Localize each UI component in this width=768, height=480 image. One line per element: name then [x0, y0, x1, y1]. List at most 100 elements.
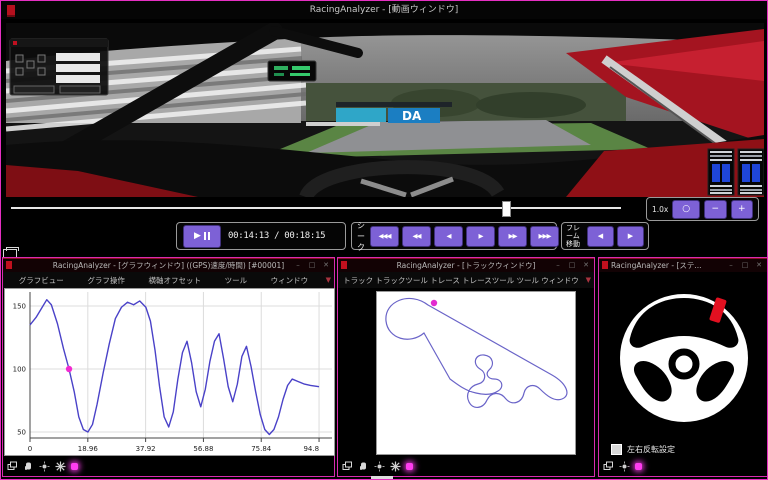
steering-wheel-display	[608, 278, 760, 438]
sparkle-icon[interactable]	[390, 461, 401, 472]
graph-titlebar: RacingAnalyzer - [グラフウィンドウ] ((GPS)速度/時間)…	[3, 258, 334, 272]
timeline-track[interactable]	[11, 207, 621, 209]
bottom-resize-notch	[371, 476, 393, 479]
svg-text:37.92: 37.92	[136, 445, 156, 453]
data-logger-display	[268, 61, 316, 81]
close-button[interactable]: ✕	[753, 259, 765, 272]
svg-text:50: 50	[17, 429, 26, 437]
close-button[interactable]: ✕	[580, 259, 592, 272]
frame-buttons: ◀▶	[587, 226, 644, 247]
graph-window-title: RacingAnalyzer - [グラフウィンドウ] ((GPS)速度/時間)…	[3, 259, 334, 272]
maximize-button[interactable]: □	[739, 259, 751, 272]
minimize-button[interactable]: –	[725, 259, 737, 272]
video-viewport[interactable]: DA	[6, 23, 764, 197]
speed-minus-button[interactable]: −	[704, 200, 727, 219]
minimize-button[interactable]: –	[292, 259, 304, 272]
seek-button[interactable]: ◀◀	[402, 226, 431, 247]
steering-window: RacingAnalyzer - [ステ... – □ ✕ 左右反転設定	[598, 257, 768, 477]
track-map[interactable]	[376, 291, 576, 455]
seek-button[interactable]: ▶	[466, 226, 495, 247]
steer-statusbar	[601, 459, 642, 474]
play-group: ▶ 00:14:13 / 00:18:15	[176, 222, 346, 250]
car-position-marker	[431, 300, 437, 306]
wheel-hub	[672, 352, 696, 376]
seek-button[interactable]: ▶▶	[498, 226, 527, 247]
timeline-handle[interactable]	[502, 201, 511, 217]
svg-text:DA: DA	[402, 109, 422, 123]
app-icon	[7, 5, 15, 17]
magenta-dot[interactable]	[635, 463, 642, 470]
frame-step-button[interactable]: ▶	[617, 226, 644, 247]
steer-titlebar: RacingAnalyzer - [ステ... – □ ✕	[599, 258, 767, 272]
flip-checkbox[interactable]	[611, 444, 622, 455]
menu-item-ウィンドウ[interactable]: ウィンドウ	[541, 275, 579, 286]
seek-button[interactable]: ◀	[434, 226, 463, 247]
frame-step-group: フレーム 移動 ◀▶	[561, 222, 649, 250]
windows-icon[interactable]	[603, 461, 614, 472]
speed-time-chart[interactable]: 018.9637.9256.8875.8494.815010050	[4, 288, 335, 456]
playback-speed-group: 1.0x ○ − +	[646, 197, 759, 221]
minimize-button[interactable]: –	[552, 259, 564, 272]
frame-step-button[interactable]: ◀	[587, 226, 614, 247]
maximize-button[interactable]: □	[566, 259, 578, 272]
sun-icon[interactable]	[374, 461, 385, 472]
menu-item-ツール[interactable]: ツール	[517, 275, 540, 286]
menu-item-横軸オフセット[interactable]: 横軸オフセット	[148, 275, 201, 286]
windows-icon[interactable]	[7, 461, 18, 472]
bridge	[336, 102, 452, 107]
hand-icon[interactable]	[23, 461, 34, 472]
main-window-title: RacingAnalyzer - [動画ウィンドウ]	[1, 1, 767, 19]
steering-wheel-graphic	[608, 278, 760, 438]
seek-buttons: ◀◀◀◀◀◀▶▶▶▶▶▶	[370, 226, 559, 247]
svg-text:100: 100	[13, 366, 26, 374]
flip-checkbox-label: 左右反転設定	[627, 444, 675, 455]
svg-text:150: 150	[13, 303, 26, 311]
menu-item-ウィンドウ[interactable]: ウィンドウ	[271, 275, 309, 286]
seek-button[interactable]: ◀◀◀	[370, 226, 399, 247]
video-overlay-panel[interactable]	[10, 39, 108, 95]
svg-text:0: 0	[28, 445, 32, 453]
menu-item-トレースツール[interactable]: トレースツール	[462, 275, 514, 286]
sun-icon[interactable]	[619, 461, 630, 472]
track-statusbar	[340, 459, 413, 474]
menu-item-トラック[interactable]: トラック	[343, 275, 373, 286]
svg-text:56.88: 56.88	[193, 445, 213, 453]
graph-window: RacingAnalyzer - [グラフウィンドウ] ((GPS)速度/時間)…	[2, 257, 335, 477]
menu-item-グラフビュー[interactable]: グラフビュー	[19, 275, 64, 286]
maximize-button[interactable]: □	[306, 259, 318, 272]
speed-label: 1.0x	[652, 205, 668, 214]
hand-icon[interactable]	[358, 461, 369, 472]
play-pause-button[interactable]: ▶	[183, 225, 221, 248]
svg-text:75.84: 75.84	[251, 445, 272, 453]
magenta-dot[interactable]	[71, 463, 78, 470]
speed-reset-button[interactable]: ○	[672, 200, 700, 219]
windows-icon[interactable]	[342, 461, 353, 472]
seek-group: シーク ◀◀◀◀◀◀▶▶▶▶▶▶	[351, 222, 557, 250]
menu-item-トラックツール[interactable]: トラックツール	[375, 275, 428, 286]
seek-button[interactable]: ▶▶▶	[530, 226, 559, 247]
graph-statusbar	[5, 459, 78, 474]
graph-menubar: グラフビュー グラフ操作 横軸オフセット ツール ウィンドウ	[3, 272, 334, 288]
frame-step-label: フレーム 移動	[566, 224, 584, 248]
menu-item-トレース[interactable]: トレース	[430, 275, 460, 286]
menu-item-ツール[interactable]: ツール	[225, 275, 248, 286]
main-titlebar: RacingAnalyzer - [動画ウィンドウ] – □ ✕	[1, 1, 767, 19]
chevron-down-icon[interactable]: ▼	[326, 276, 331, 284]
play-icon: ▶	[194, 232, 201, 241]
sparkle-icon[interactable]	[55, 461, 66, 472]
sun-icon[interactable]	[39, 461, 50, 472]
svg-text:94.8: 94.8	[303, 445, 319, 453]
speed-plus-button[interactable]: +	[731, 200, 754, 219]
time-display: 00:14:13 / 00:18:15	[228, 231, 325, 241]
pause-icon	[204, 232, 210, 240]
track-window: RacingAnalyzer - [トラックウィンドウ] – □ ✕ トラックト…	[337, 257, 595, 477]
menu-item-グラフ操作[interactable]: グラフ操作	[87, 275, 125, 286]
close-button[interactable]: ✕	[320, 259, 332, 272]
chevron-down-icon[interactable]: ▼	[586, 276, 591, 284]
magenta-dot[interactable]	[406, 463, 413, 470]
flip-setting-row: 左右反転設定	[611, 444, 675, 455]
seek-label: シーク	[357, 220, 365, 253]
track-menubar: トラックトラックツールトレーストレースツールツールウィンドウ	[338, 272, 594, 288]
track-titlebar: RacingAnalyzer - [トラックウィンドウ] – □ ✕	[338, 258, 594, 272]
racing-analyzer-app: RacingAnalyzer - [動画ウィンドウ] – □ ✕	[0, 0, 768, 480]
